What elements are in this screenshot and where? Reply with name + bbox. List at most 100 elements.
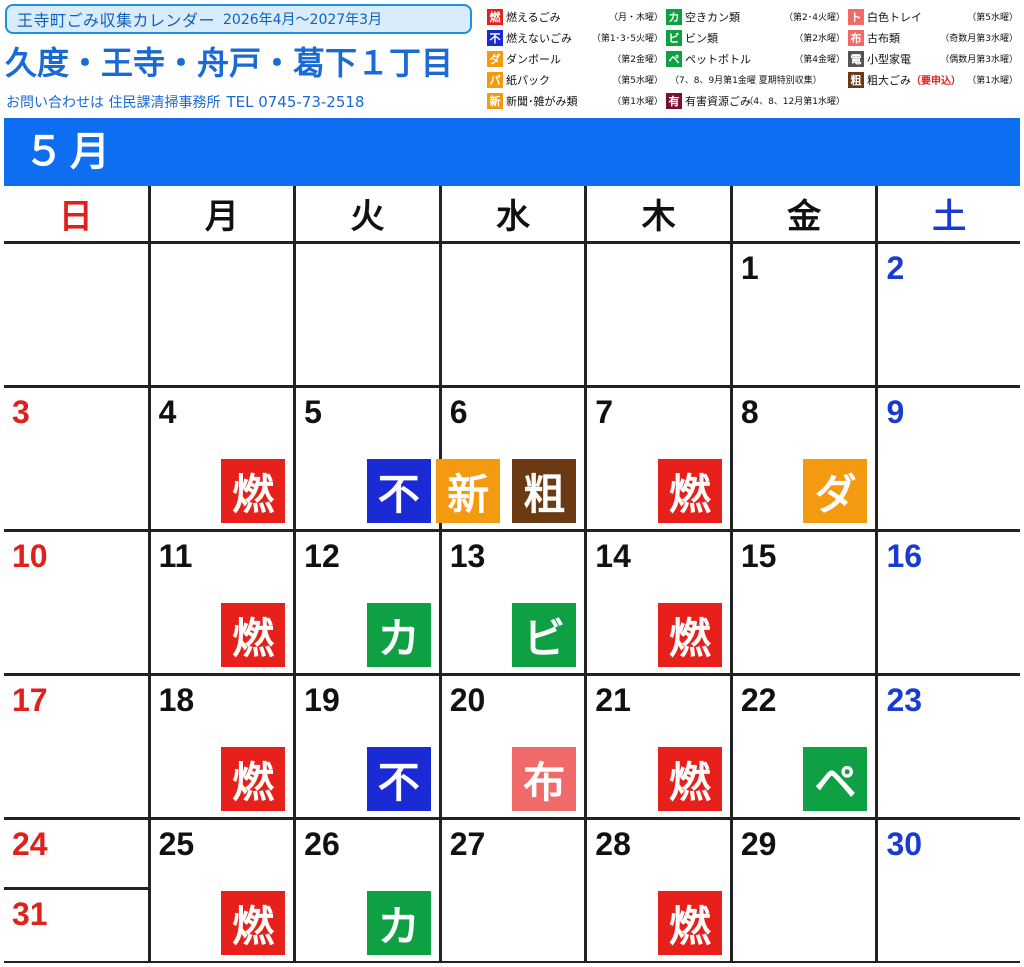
collection-badges: 燃 [657,459,722,523]
day-cell[interactable] [587,244,730,385]
contact-info: お問い合わせは 住民課清掃事務所 TEL 0745-73-2518 [6,91,476,113]
day-cell[interactable]: 21 燃 [587,676,730,817]
day-number: 18 [158,682,195,718]
legend-badge-icon: 不 [487,29,503,46]
week-row: 24 31 25 燃 26 カ 27 28 燃 29 30 [4,820,1021,964]
day-cell[interactable]: 8ダ [732,388,876,529]
legend-row: パ紙パック （第5水曜） （7、8、9月第1金曜 夏期特別収集） 粗粗大ごみ （要申込）… [487,69,1021,90]
legend-badge-icon: 布 [848,29,864,46]
day-number: 30 [886,826,923,862]
legend-badge-icon: ト [848,8,864,25]
day-cell[interactable]: 15 [732,532,876,673]
weekday-header: 金 [732,186,876,241]
day-cell[interactable]: 16 [878,532,1021,673]
day-number: 2 [886,250,905,286]
legend-label: 空きカン類 [685,10,740,24]
day-cell[interactable]: 19 不 [296,676,439,817]
weekday-header-row: 日月火水木金土 [4,186,1021,244]
legend-note: （月・木曜） [608,13,663,23]
collection-badges: 燃 [221,747,286,811]
collection-badges: 不 [366,459,431,523]
collection-badge-icon: ダ [803,459,868,523]
legend-note: （奇数月第3水曜） [940,34,1018,44]
collection-badge-icon: 布 [512,747,577,811]
legend-item: 燃燃えるごみ （月・木曜） [487,8,666,25]
day-cell[interactable]: 18 燃 [150,676,294,817]
day-cell[interactable]: 1 [732,244,876,385]
day-number: 4 [158,394,177,430]
day-cell[interactable] [441,244,585,385]
day-cell[interactable]: 25 燃 [150,820,294,961]
collection-badge-icon: 燃 [221,603,286,667]
legend-item: 電小型家電 （偶数月第3水曜） [848,50,1021,67]
day-cell[interactable] [296,244,439,385]
collection-badges: ダ [803,459,868,523]
day-cell[interactable]: 17 [4,676,148,817]
day-number: 7 [595,394,614,430]
day-cell[interactable]: 3 [4,388,148,529]
collection-badges: 燃 [657,747,722,811]
day-number: 17 [12,682,48,718]
day-cell[interactable] [150,244,294,385]
collection-badges: カ [366,891,431,955]
weekday-header: 木 [587,186,730,241]
collection-badges: 燃 [221,891,286,955]
legend-label: 新聞･雑がみ類 [506,94,578,108]
collection-badge-icon: 不 [366,747,431,811]
legend-badge-icon: 粗 [848,71,864,88]
day-cell[interactable]: 14 燃 [587,532,730,673]
legend-badge-icon: カ [666,8,682,25]
day-cell[interactable]: 9 [878,388,1021,529]
calendar-period: 2026年4月～2027年3月 [223,12,383,28]
day-number: 15 [740,538,777,574]
day-cell[interactable]: 29 [732,820,876,961]
legend-note: （7、8、9月第1金曜 夏期特別収集） [670,76,822,86]
contact-label: お問い合わせは 住民課清掃事務所 [6,95,221,111]
day-cell[interactable] [4,244,148,385]
day-number: 25 [158,826,195,862]
legend-item: 不燃えないごみ （第1･3･5火曜） [487,29,666,46]
collection-badge-icon: 燃 [657,747,722,811]
legend-item: 粗粗大ごみ （要申込） （第1水曜） [848,71,1021,88]
day-cell[interactable]: 2 [878,244,1021,385]
day-number: 10 [12,538,48,574]
legend-row: 燃燃えるごみ （月・木曜）カ空きカン類 （第2･4火曜）ト白色トレイ （第5水曜） [487,6,1021,27]
day-number: 16 [886,538,923,574]
day-cell[interactable]: 4燃 [150,388,294,529]
day-number: 5 [304,394,322,430]
day-cell[interactable]: 24 31 [4,820,148,961]
day-cell[interactable]: 28 燃 [587,820,730,961]
day-number: 29 [740,826,777,862]
contact-phone: TEL 0745-73-2518 [226,93,365,111]
legend-badge-icon: 燃 [487,8,503,25]
day-cell[interactable]: 30 [878,820,1021,961]
district-name: 久度・王寺・舟戸・葛下１丁目 [5,44,454,82]
day-cell[interactable]: 26 カ [296,820,439,961]
collection-badges: 燃 [221,603,286,667]
collection-badge-icon: 燃 [657,459,722,523]
day-cell[interactable]: 10 [4,532,148,673]
day-number: 8 [740,394,759,430]
day-number: 1 [740,250,759,286]
day-cell[interactable]: 5不 [296,388,439,529]
day-cell[interactable]: 11 燃 [150,532,294,673]
collection-badges: 新粗 [436,459,577,523]
legend-badge-icon: ダ [487,50,503,67]
collection-badge-icon: カ [366,603,431,667]
day-cell[interactable]: 20 布 [441,676,585,817]
weekday-header: 日 [4,186,148,241]
day-cell[interactable]: 22 ペ [732,676,876,817]
day-cell[interactable]: 6 新粗 [436,388,585,529]
day-cell[interactable]: 23 [878,676,1021,817]
week-row: 10 11 燃 12 カ 13 ビ 14 燃 15 16 [4,532,1021,676]
legend-note: （第2水曜） [794,34,845,44]
day-cell[interactable]: 7燃 [587,388,730,529]
calendar-grid: 日月火水木金土 1 2 3 4 燃 5 不 6 新粗 7 燃 8 ダ 9 10 11 燃 12 カ 13 ビ 14 燃 15 1… [4,186,1021,964]
day-cell[interactable]: 27 [441,820,585,961]
weekday-header: 火 [296,186,439,241]
day-cell[interactable]: 13 ビ [441,532,585,673]
collection-badge-icon: ビ [512,603,577,667]
collection-badges: カ [366,603,431,667]
day-cell[interactable]: 12 カ [296,532,439,673]
day-cell-lower: 31 [4,890,148,961]
